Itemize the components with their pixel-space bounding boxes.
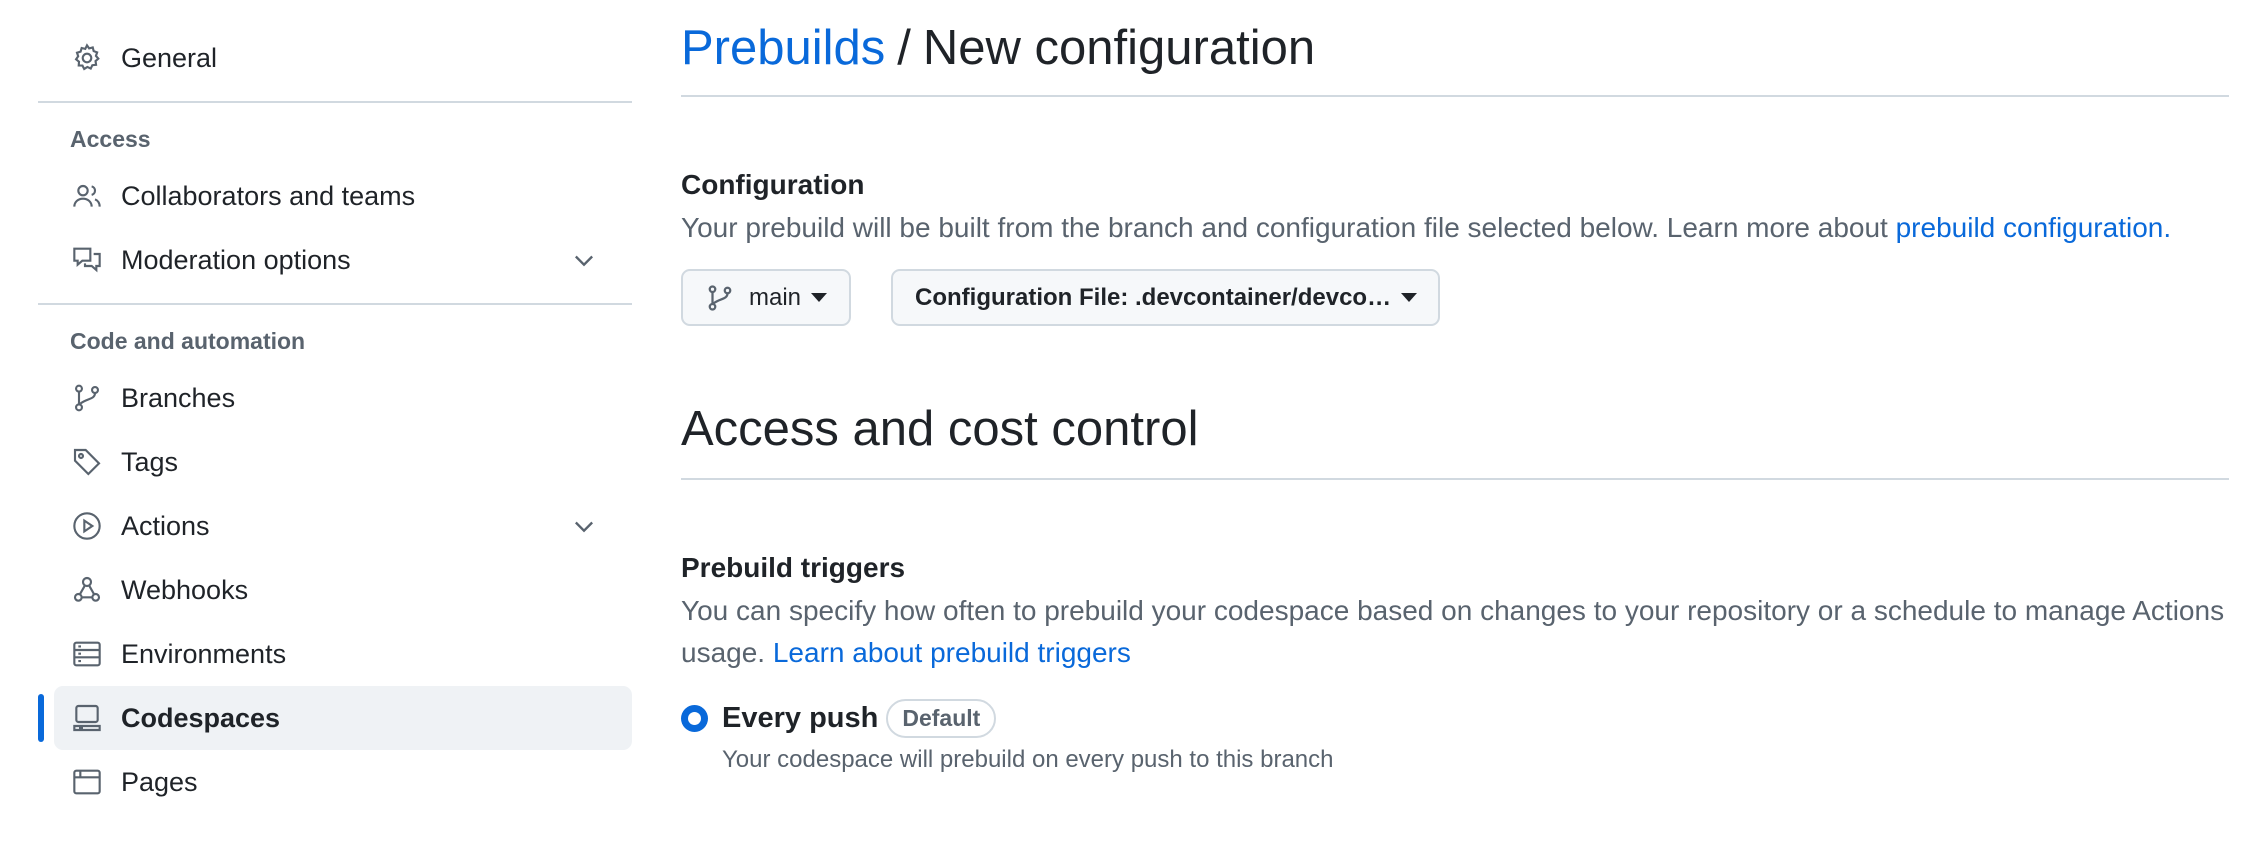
prebuild-triggers-heading: Prebuild triggers bbox=[681, 552, 906, 583]
section-divider bbox=[681, 478, 2229, 480]
sidebar-item-label: Actions bbox=[121, 510, 210, 541]
prebuild-triggers-description: You can specify how often to prebuild yo… bbox=[681, 590, 2229, 674]
main-content: Prebuilds / New configuration Configurat… bbox=[681, 0, 2229, 774]
play-icon bbox=[70, 509, 104, 543]
configuration-heading: Configuration bbox=[681, 169, 865, 200]
sidebar-item-label: Moderation options bbox=[121, 244, 351, 275]
sidebar-item-tags[interactable]: Tags bbox=[38, 430, 632, 494]
sidebar-item-actions[interactable]: Actions bbox=[38, 494, 632, 558]
every-push-option[interactable]: Every push Default bbox=[681, 699, 2229, 738]
sidebar-item-collaborators[interactable]: Collaborators and teams bbox=[38, 164, 632, 228]
default-badge: Default bbox=[886, 699, 997, 738]
branch-select-button[interactable]: main bbox=[681, 269, 852, 326]
active-indicator bbox=[38, 694, 44, 742]
every-push-radio[interactable] bbox=[681, 705, 708, 732]
server-icon bbox=[70, 637, 104, 671]
sidebar-item-branches[interactable]: Branches bbox=[38, 366, 632, 430]
people-icon bbox=[70, 179, 104, 213]
git-branch-icon bbox=[708, 284, 732, 311]
sidebar-item-label: General bbox=[121, 42, 218, 73]
chevron-down-icon[interactable] bbox=[570, 246, 598, 274]
access-cost-title: Access and cost control bbox=[681, 402, 1199, 456]
sidebar-item-label: Webhooks bbox=[121, 574, 249, 605]
sidebar-item-label: Codespaces bbox=[121, 702, 281, 733]
breadcrumb-prebuilds-link[interactable]: Prebuilds bbox=[681, 20, 885, 76]
chevron-down-icon[interactable] bbox=[570, 512, 598, 540]
page-title: Prebuilds / New configuration bbox=[681, 0, 2229, 95]
breadcrumb-current: New configuration bbox=[922, 20, 1316, 75]
comment-discussion-icon bbox=[70, 243, 104, 277]
config-file-select-button[interactable]: Configuration File: .devcontainer/devco… bbox=[891, 269, 1441, 326]
sidebar-divider bbox=[38, 101, 632, 103]
sidebar-item-label: Pages bbox=[121, 766, 198, 797]
caret-down-icon bbox=[1401, 293, 1418, 302]
sidebar-item-moderation[interactable]: Moderation options bbox=[38, 228, 632, 292]
sidebar-item-webhooks[interactable]: Webhooks bbox=[38, 558, 632, 622]
sidebar-item-label: Environments bbox=[121, 638, 287, 669]
every-push-label: Every push bbox=[722, 702, 879, 734]
sidebar-item-label: Collaborators and teams bbox=[121, 180, 416, 211]
gear-icon bbox=[70, 41, 104, 75]
prebuild-configuration-link[interactable]: prebuild configuration. bbox=[1896, 212, 2172, 243]
caret-down-icon bbox=[811, 293, 828, 302]
sidebar-heading-access: Access bbox=[70, 125, 151, 152]
configuration-description-text: Your prebuild will be built from the bra… bbox=[681, 212, 1896, 243]
sidebar-item-environments[interactable]: Environments bbox=[38, 622, 632, 686]
sidebar-heading-code: Code and automation bbox=[70, 327, 306, 354]
settings-sidebar: General Access Collaborators and teams M… bbox=[38, 0, 632, 814]
branch-select-label: main bbox=[749, 283, 802, 311]
sidebar-divider bbox=[38, 303, 632, 305]
configuration-controls: main Configuration File: .devcontainer/d… bbox=[681, 269, 2229, 326]
browser-icon bbox=[70, 765, 104, 799]
breadcrumb-separator: / bbox=[897, 20, 911, 75]
sidebar-item-general[interactable]: General bbox=[38, 26, 632, 90]
git-branch-icon bbox=[70, 381, 104, 415]
webhook-icon bbox=[70, 573, 104, 607]
title-divider bbox=[681, 95, 2229, 97]
sidebar-item-label: Tags bbox=[121, 446, 179, 477]
sidebar-item-pages[interactable]: Pages bbox=[38, 750, 632, 814]
every-push-description: Your codespace will prebuild on every pu… bbox=[722, 746, 1334, 773]
prebuild-triggers-link[interactable]: Learn about prebuild triggers bbox=[773, 637, 1131, 668]
codespaces-icon bbox=[70, 701, 104, 735]
sidebar-item-label: Branches bbox=[121, 382, 236, 413]
tag-icon bbox=[70, 445, 104, 479]
configuration-description: Your prebuild will be built from the bra… bbox=[681, 207, 2229, 249]
sidebar-item-codespaces[interactable]: Codespaces bbox=[38, 686, 632, 750]
config-file-select-label: Configuration File: .devcontainer/devco… bbox=[915, 283, 1392, 311]
